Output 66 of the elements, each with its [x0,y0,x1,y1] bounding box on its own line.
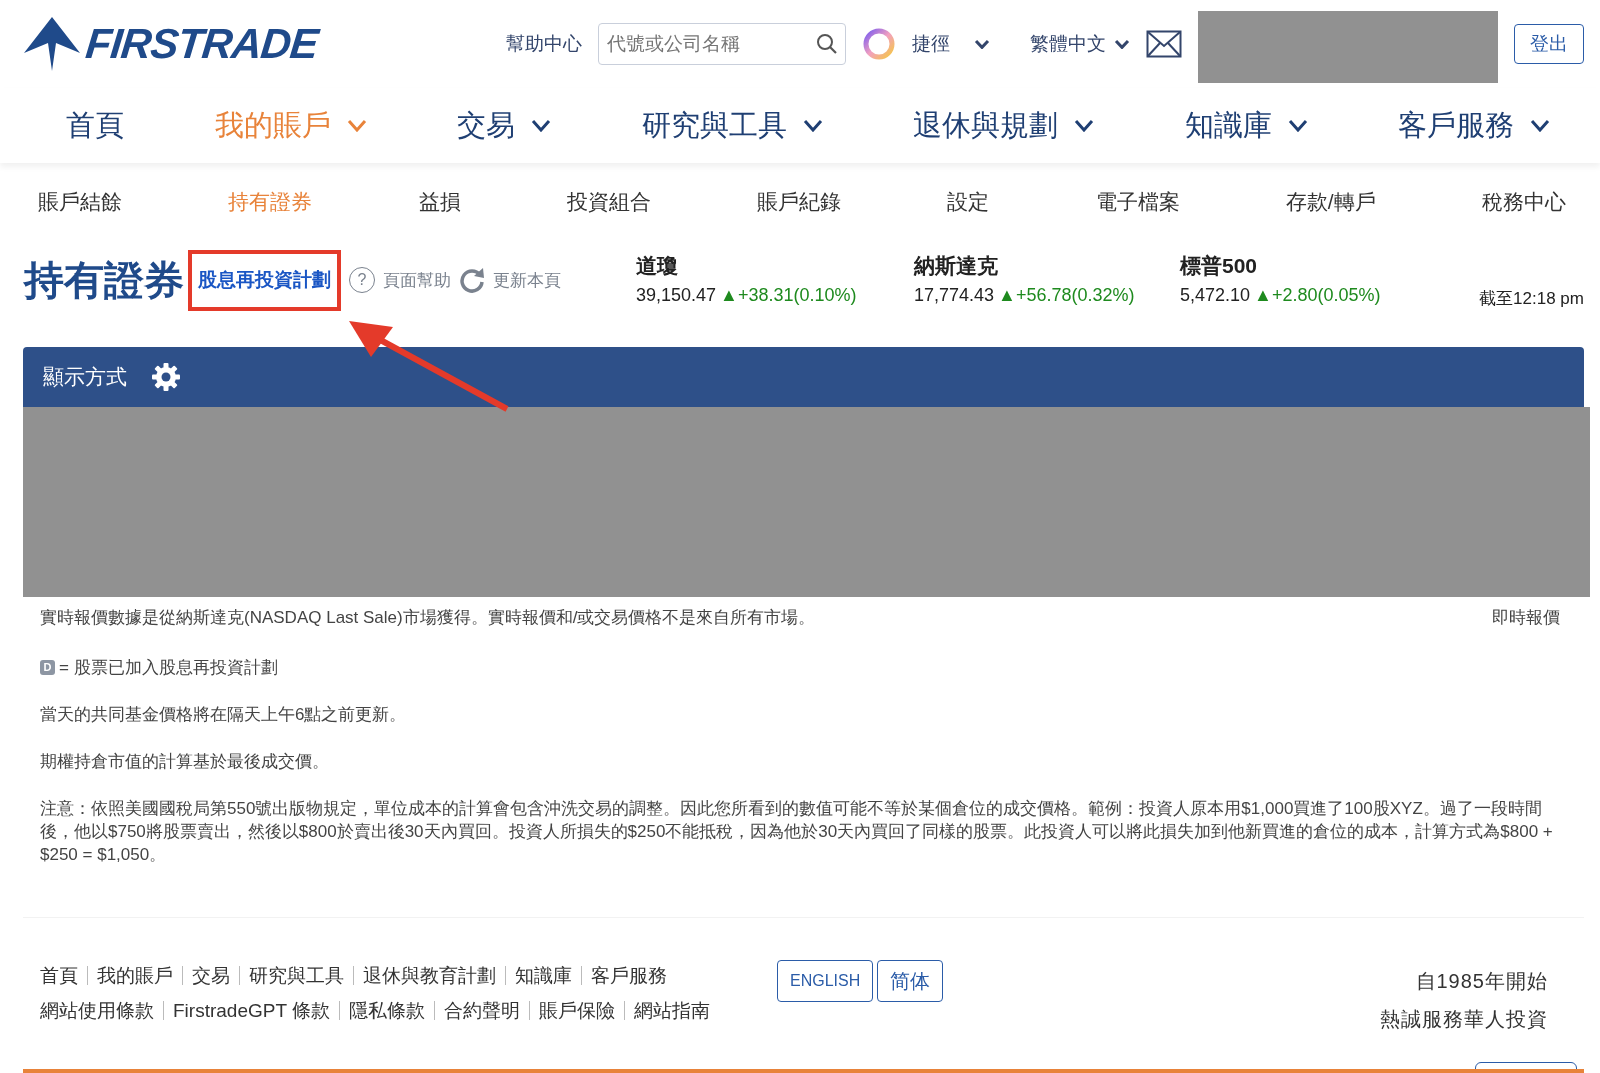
tagline-text: 自1985年開始 [1414,968,1548,994]
drip-link[interactable]: 股息再投資計劃 [198,269,331,290]
nav-tab[interactable]: 退休與規劃 [913,103,1094,148]
chevron-down-icon [974,38,990,50]
footer-link[interactable]: 網站指南 [623,1000,719,1020]
subnav-tab[interactable]: 存款/轉戶 [1285,185,1376,218]
quote-type-label: 即時報價 [1492,607,1560,629]
color-ring-icon[interactable] [862,27,896,61]
tagline-text: 熱誠服務華人投資 [1380,1006,1548,1032]
subnav-tab[interactable]: 益損 [418,185,461,218]
footer-link[interactable]: 首頁 [40,965,87,985]
language-button[interactable]: ENGLISH [776,959,874,1002]
logo-text[interactable]: FIRSTRADE [83,20,320,68]
footer-link[interactable]: 賬戶保險 [528,1000,624,1020]
refresh-icon [459,267,485,294]
index-change: ▲+38.31(0.10%) [720,283,857,307]
index-name: 納斯達克 [914,253,999,279]
chevron-down-icon [1114,38,1130,50]
footer-link[interactable]: 知識庫 [505,965,581,985]
footer-link[interactable]: 合約聲明 [433,1000,529,1020]
footer-link[interactable]: 交易 [182,965,239,985]
mail-icon[interactable] [1146,30,1182,58]
index-name: 道瓊 [636,253,679,279]
search-field[interactable]: 代號或公司名稱 [598,23,846,65]
subnav-tab[interactable]: 賬戶紀錄 [757,185,842,218]
subnav-tab[interactable]: 稅務中心 [1481,185,1566,218]
footer-link[interactable]: 我的賬戶 [87,965,182,985]
search-icon[interactable] [816,33,838,55]
index-change: ▲+56.78(0.32%) [998,283,1135,307]
panel-title: 顯示方式 [43,364,127,391]
nav-tab[interactable]: 首頁 [66,103,124,148]
language-button[interactable]: 简体 [877,959,944,1002]
note-text: 實時報價數據是從納斯達克(NASDAQ Last Sale)市場獲得。實時報價和/或交易價格不是來自所有市場。 [40,607,816,629]
nav-tab[interactable]: 客戶服務 [1398,103,1550,148]
page-title: 持有證券 [24,257,184,305]
as-of-time: 截至12:18 pm [1479,288,1584,310]
footer-link[interactable]: 研究與工具 [239,965,353,985]
note-text: 期權持倉市值的計算基於最後成交價。 [40,750,330,773]
index-name: 標普500 [1180,253,1259,279]
subnav-tab[interactable]: 電子檔案 [1095,185,1180,218]
footer-link[interactable]: 網站使用條款 [40,1000,163,1020]
index-change: ▲+2.80(0.05%) [1254,283,1381,307]
language-dropdown[interactable]: 繁體中文 [1030,29,1130,59]
logout-button[interactable]: 登出 [1514,24,1584,64]
subnav-tab[interactable]: 賬戶結餘 [38,185,122,218]
shortcuts-dropdown[interactable]: 捷徑 [912,29,990,59]
drip-badge: D [40,659,55,675]
note-text: 注意：依照美國國稅局第550號出版物規定，單位成本的計算會包含沖洗交易的調整。因此您所看到的數值可能不等於某個倉位的成交價格。範例：投資人原本用$1,000買進了100股XYZ。過了一段時間後，他以$750將股票賣出，然後以$800於賣出後30天內買回。投資人所損失的$250不能抵稅，因為他於30天內買回了同樣的股票。此投資人可以將此損失加到他新買進的倉位的成本，計算方式為$800 + $250 = $1,050。 [40,797,1554,866]
page-help-link[interactable]: ? 頁面幫助 [349,267,451,294]
refresh-link[interactable]: 更新本頁 [459,267,561,294]
index-value: 39,150.47 [636,283,717,307]
nav-tab[interactable]: 研究與工具 [641,103,823,148]
footer-link[interactable]: 退休與教育計劃 [353,965,505,985]
nav-tab[interactable]: 交易 [457,103,551,148]
help-center-link[interactable]: 幫助中心 [506,29,582,59]
note-text: 當天的共同基金價格將在隔天上午6點之前更新。 [40,704,408,726]
footer-link[interactable]: FirstradeGPT 條款 [163,1000,339,1020]
nav-tab[interactable]: 知識庫 [1184,103,1308,148]
index-value: 5,472.10 [1180,283,1251,307]
subnav-tab[interactable]: 投資組合 [566,185,651,218]
footer-link[interactable]: 客戶服務 [581,965,676,985]
index-value: 17,774.43 [914,283,995,307]
footer-link[interactable]: 隱私條款 [338,1000,434,1020]
subnav-tab[interactable]: 設定 [947,185,990,218]
note-text: = 股票已加入股息再投資計劃 [59,656,278,679]
settings-icon[interactable] [151,362,181,392]
